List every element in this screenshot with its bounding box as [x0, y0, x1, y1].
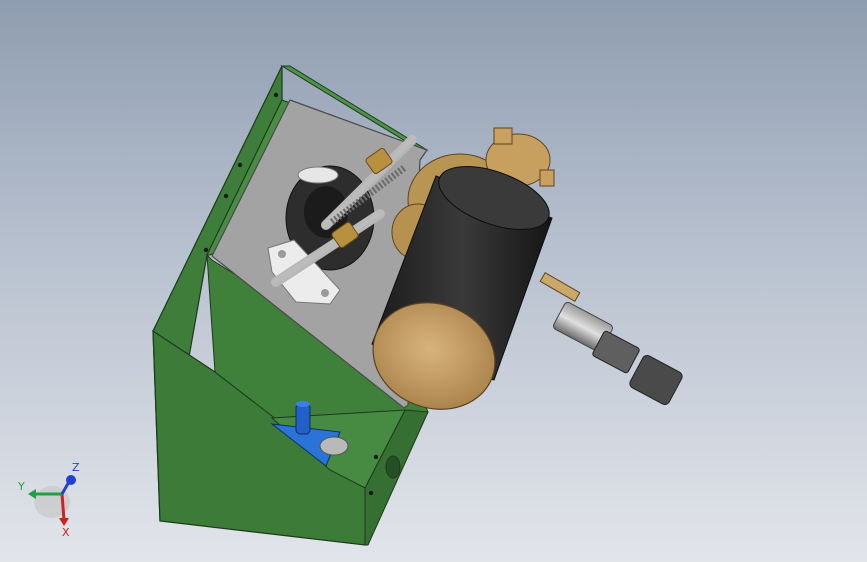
knob-top [296, 401, 310, 407]
knob-body [295, 403, 311, 435]
lower-mount-hole [321, 289, 329, 297]
housing-hole [237, 162, 243, 168]
gearbox-tab [539, 169, 555, 187]
bracket-disc [319, 436, 349, 456]
z-axis-label: Z [72, 461, 80, 474]
axis-triad[interactable]: X Y Z [14, 458, 86, 538]
cad-model[interactable] [0, 0, 867, 562]
lower-mount-hole [278, 250, 286, 258]
housing-hole [223, 193, 229, 199]
y-axis-arrow [28, 489, 36, 499]
housing-port [385, 455, 401, 479]
x-axis-arrow [59, 518, 69, 526]
housing-hole [273, 92, 279, 98]
housing-hole [373, 454, 379, 460]
housing-hole [368, 490, 374, 496]
x-axis-line [60, 493, 66, 521]
y-axis-label: Y [17, 480, 25, 493]
output-shaft [539, 271, 581, 303]
gearbox-tab [493, 127, 513, 145]
graphics-viewport[interactable]: X Y Z [0, 0, 867, 562]
x-axis-label: X [62, 526, 70, 538]
z-axis-knob [66, 475, 76, 485]
coupler-end [629, 355, 683, 405]
white-mount [297, 166, 339, 184]
housing-hole [203, 247, 209, 253]
